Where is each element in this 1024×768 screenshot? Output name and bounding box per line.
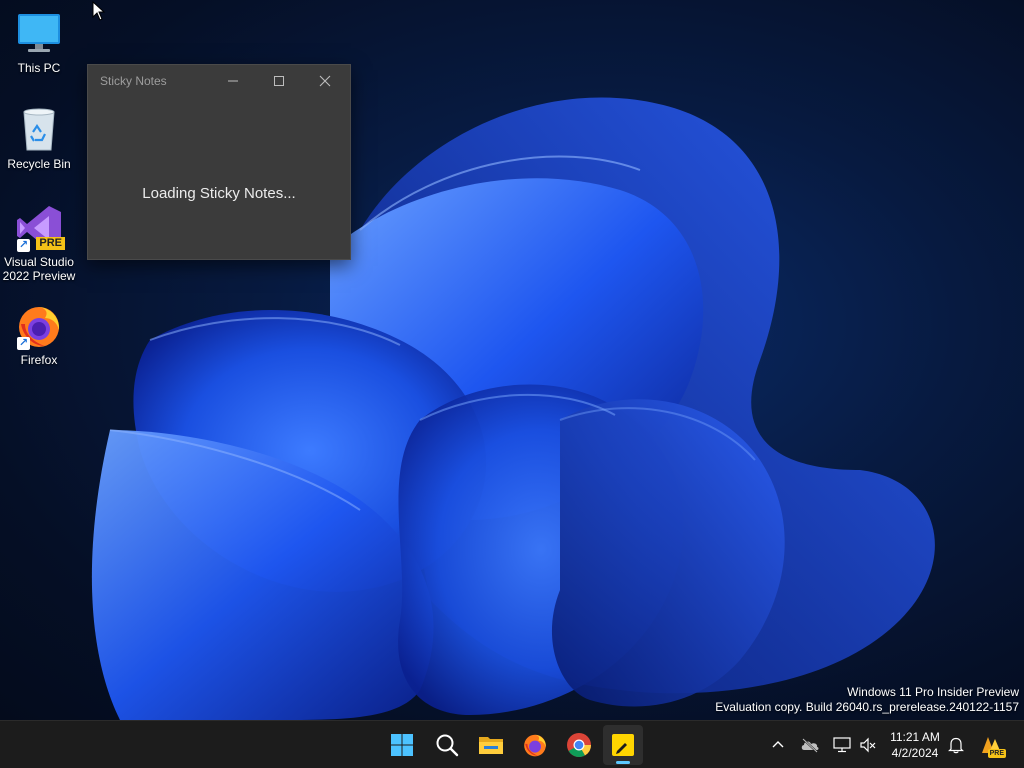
preview-badge: PRE	[36, 237, 65, 250]
window-titlebar[interactable]: Sticky Notes	[88, 65, 350, 97]
desktop-icon-visual-studio[interactable]: PRE ↗ Visual Studio 2022 Preview	[0, 204, 78, 283]
shortcut-arrow-icon: ↗	[17, 239, 30, 252]
minimize-icon	[228, 80, 238, 82]
watermark-edition: Windows 11 Pro Insider Preview	[847, 685, 1019, 699]
taskbar-sticky-notes[interactable]	[603, 725, 643, 765]
window-title: Sticky Notes	[100, 74, 167, 88]
desktop: This PC Recycle Bin PRE ↗ Visual Studio …	[0, 0, 1024, 720]
evaluation-watermark: Windows 11 Pro Insider Preview Evaluatio…	[715, 685, 1019, 715]
recycle-bin-icon	[15, 106, 63, 154]
file-explorer-icon	[479, 737, 503, 754]
maximize-icon	[274, 76, 284, 86]
desktop-icon-label: Visual Studio 2022 Preview	[2, 255, 76, 283]
start-button[interactable]	[382, 725, 422, 765]
taskbar-chrome[interactable]	[559, 725, 599, 765]
volume-muted-icon	[860, 737, 876, 753]
desktop-icon-label: Firefox	[20, 353, 58, 367]
minimize-button[interactable]	[210, 65, 256, 97]
tray-network[interactable]	[830, 733, 854, 757]
taskbar-clock[interactable]: 11:21 AM 4/2/2024	[884, 729, 946, 761]
tray-volume[interactable]	[856, 733, 880, 757]
desktop-icon-recycle-bin[interactable]: Recycle Bin	[0, 106, 78, 171]
taskbar: 11:21 AM 4/2/2024 PRE	[0, 720, 1024, 768]
maximize-button[interactable]	[256, 65, 302, 97]
start-icon	[391, 734, 413, 756]
mouse-cursor-icon	[92, 1, 106, 21]
clock-time: 11:21 AM	[890, 730, 940, 744]
firefox-icon: ↗	[15, 302, 63, 350]
close-icon	[319, 75, 331, 87]
taskbar-firefox[interactable]	[515, 725, 555, 765]
tray-onedrive[interactable]	[798, 733, 822, 757]
watermark-build: Evaluation copy. Build 26040.rs_prerelea…	[715, 700, 1019, 714]
active-app-indicator	[616, 761, 630, 764]
close-button[interactable]	[302, 65, 348, 97]
notifications-button[interactable]	[944, 733, 968, 757]
chevron-up-icon	[772, 741, 784, 748]
monitor-icon	[15, 10, 63, 58]
desktop-icon-firefox[interactable]: ↗ Firefox	[0, 302, 78, 367]
sticky-notes-icon	[612, 734, 634, 756]
loading-message: Loading Sticky Notes...	[142, 185, 296, 202]
sticky-notes-window[interactable]: Sticky Notes Loading Sticky Notes...	[87, 64, 351, 260]
preview-badge: PRE	[987, 749, 1006, 758]
chrome-icon	[567, 733, 591, 758]
firefox-icon	[524, 734, 546, 757]
notification-icon	[948, 737, 964, 754]
search-icon	[436, 734, 459, 757]
desktop-icon-label: Recycle Bin	[7, 157, 71, 171]
desktop-icon-label: This PC	[17, 61, 61, 75]
tray-dev-home[interactable]: PRE	[978, 733, 1006, 758]
desktop-icon-this-pc[interactable]: This PC	[0, 10, 78, 75]
clock-date: 4/2/2024	[891, 746, 939, 760]
onedrive-icon	[801, 738, 819, 753]
show-hidden-icons-button[interactable]	[766, 733, 790, 757]
shortcut-arrow-icon: ↗	[17, 337, 30, 350]
visual-studio-icon: PRE ↗	[15, 204, 65, 252]
taskbar-search-button[interactable]	[427, 725, 467, 765]
taskbar-file-explorer[interactable]	[471, 725, 511, 765]
network-icon	[833, 737, 851, 753]
